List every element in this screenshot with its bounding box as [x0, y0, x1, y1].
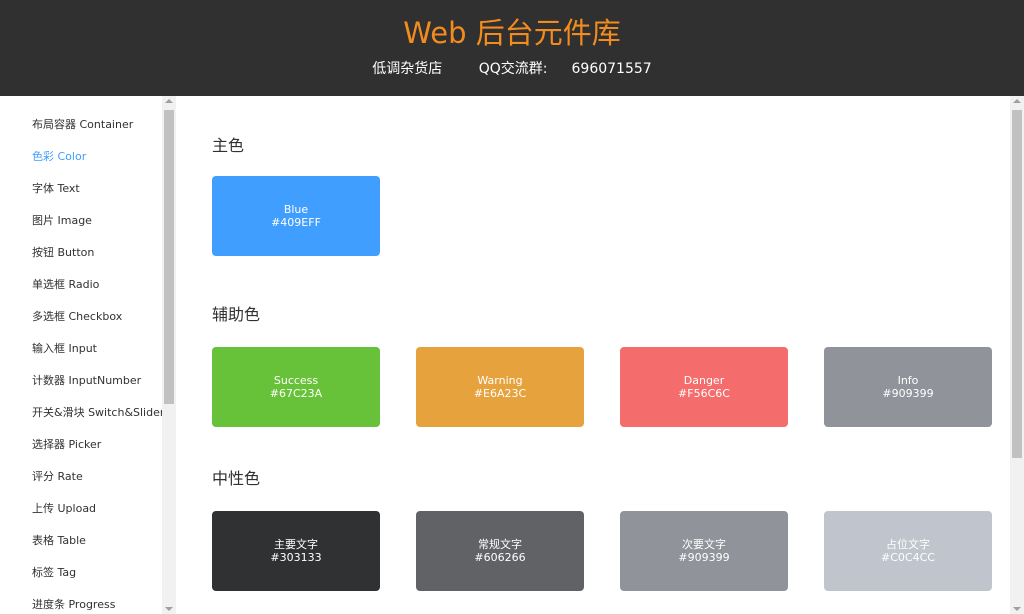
sidebar-item-container[interactable]: 布局容器 Container — [0, 109, 175, 141]
color-swatch-danger: Danger #F56C6C — [620, 347, 788, 427]
sidebar-nav: 布局容器 Container 色彩 Color 字体 Text 图片 Image… — [0, 96, 176, 614]
color-swatch-regular-text: 常规文字 #606266 — [416, 511, 584, 591]
sidebar-item-rate[interactable]: 评分 Rate — [0, 461, 175, 493]
color-swatch-blue: Blue #409EFF — [212, 176, 380, 256]
swatch-hex: #606266 — [474, 551, 526, 564]
header-subtitle: 低调杂货店 QQ交流群: 696071557 — [0, 58, 1024, 80]
swatch-name: Info — [897, 374, 919, 387]
section-title-primary: 主色 — [212, 136, 245, 155]
swatch-hex: #409EFF — [271, 216, 321, 229]
sidebar-item-table[interactable]: 表格 Table — [0, 525, 175, 557]
section-title-secondary: 辅助色 — [212, 305, 261, 324]
sidebar-item-text[interactable]: 字体 Text — [0, 173, 175, 205]
swatch-name: 占位文字 — [886, 538, 930, 551]
section-title-neutral: 中性色 — [212, 469, 261, 488]
qq-group-label: QQ交流群: — [478, 61, 548, 77]
swatch-hex: #C0C4CC — [881, 551, 935, 564]
color-swatch-primary-text: 主要文字 #303133 — [212, 511, 380, 591]
qq-group-number: 696071557 — [571, 61, 652, 77]
swatch-name: Success — [273, 374, 319, 387]
nav-list: 布局容器 Container 色彩 Color 字体 Text 图片 Image… — [0, 96, 175, 614]
sidebar-scrollbar-thumb[interactable] — [164, 110, 174, 404]
sidebar-scrollbar[interactable] — [162, 96, 176, 614]
main-content: 主色 Blue #409EFF 辅助色 Success #67C23A Warn… — [176, 96, 1010, 614]
swatch-hex: #67C23A — [269, 387, 323, 400]
swatch-hex: #909399 — [678, 551, 730, 564]
sidebar-item-image[interactable]: 图片 Image — [0, 205, 175, 237]
swatch-name: Blue — [283, 203, 309, 216]
color-swatch-info: Info #909399 — [824, 347, 992, 427]
scroll-down-icon[interactable] — [1013, 607, 1021, 611]
main-scrollbar[interactable] — [1010, 96, 1024, 614]
color-swatch-placeholder-text: 占位文字 #C0C4CC — [824, 511, 992, 591]
sidebar-item-color[interactable]: 色彩 Color — [0, 141, 175, 173]
swatch-hex: #909399 — [882, 387, 934, 400]
sidebar-item-picker[interactable]: 选择器 Picker — [0, 429, 175, 461]
color-swatch-secondary-text: 次要文字 #909399 — [620, 511, 788, 591]
color-swatch-success: Success #67C23A — [212, 347, 380, 427]
swatch-name: Danger — [683, 374, 725, 387]
scroll-up-icon[interactable] — [1013, 99, 1021, 103]
scroll-up-icon[interactable] — [165, 99, 173, 103]
swatch-name: 次要文字 — [682, 538, 726, 551]
site-title: Web 后台元件库 — [403, 16, 621, 50]
sidebar-item-inputnumber[interactable]: 计数器 InputNumber — [0, 365, 175, 397]
sidebar-item-progress[interactable]: 进度条 Progress — [0, 589, 175, 614]
swatch-hex: #F56C6C — [678, 387, 730, 400]
sidebar-item-checkbox[interactable]: 多选框 Checkbox — [0, 301, 175, 333]
swatch-hex: #303133 — [270, 551, 322, 564]
sidebar-item-upload[interactable]: 上传 Upload — [0, 493, 175, 525]
sidebar-item-button[interactable]: 按钮 Button — [0, 237, 175, 269]
swatch-name: Warning — [477, 374, 523, 387]
sidebar-item-radio[interactable]: 单选框 Radio — [0, 269, 175, 301]
sidebar-item-tag[interactable]: 标签 Tag — [0, 557, 175, 589]
swatch-name: 常规文字 — [478, 538, 522, 551]
swatch-name: 主要文字 — [274, 538, 318, 551]
swatch-hex: #E6A23C — [473, 387, 527, 400]
page-header: Web 后台元件库 低调杂货店 QQ交流群: 696071557 — [0, 0, 1024, 96]
main-scrollbar-thumb[interactable] — [1012, 110, 1022, 458]
shop-name: 低调杂货店 — [372, 61, 443, 77]
color-swatch-warning: Warning #E6A23C — [416, 347, 584, 427]
sidebar-item-input[interactable]: 输入框 Input — [0, 333, 175, 365]
scroll-down-icon[interactable] — [165, 607, 173, 611]
sidebar-item-switch-slider[interactable]: 开关&滑块 Switch&Slider — [0, 397, 175, 429]
